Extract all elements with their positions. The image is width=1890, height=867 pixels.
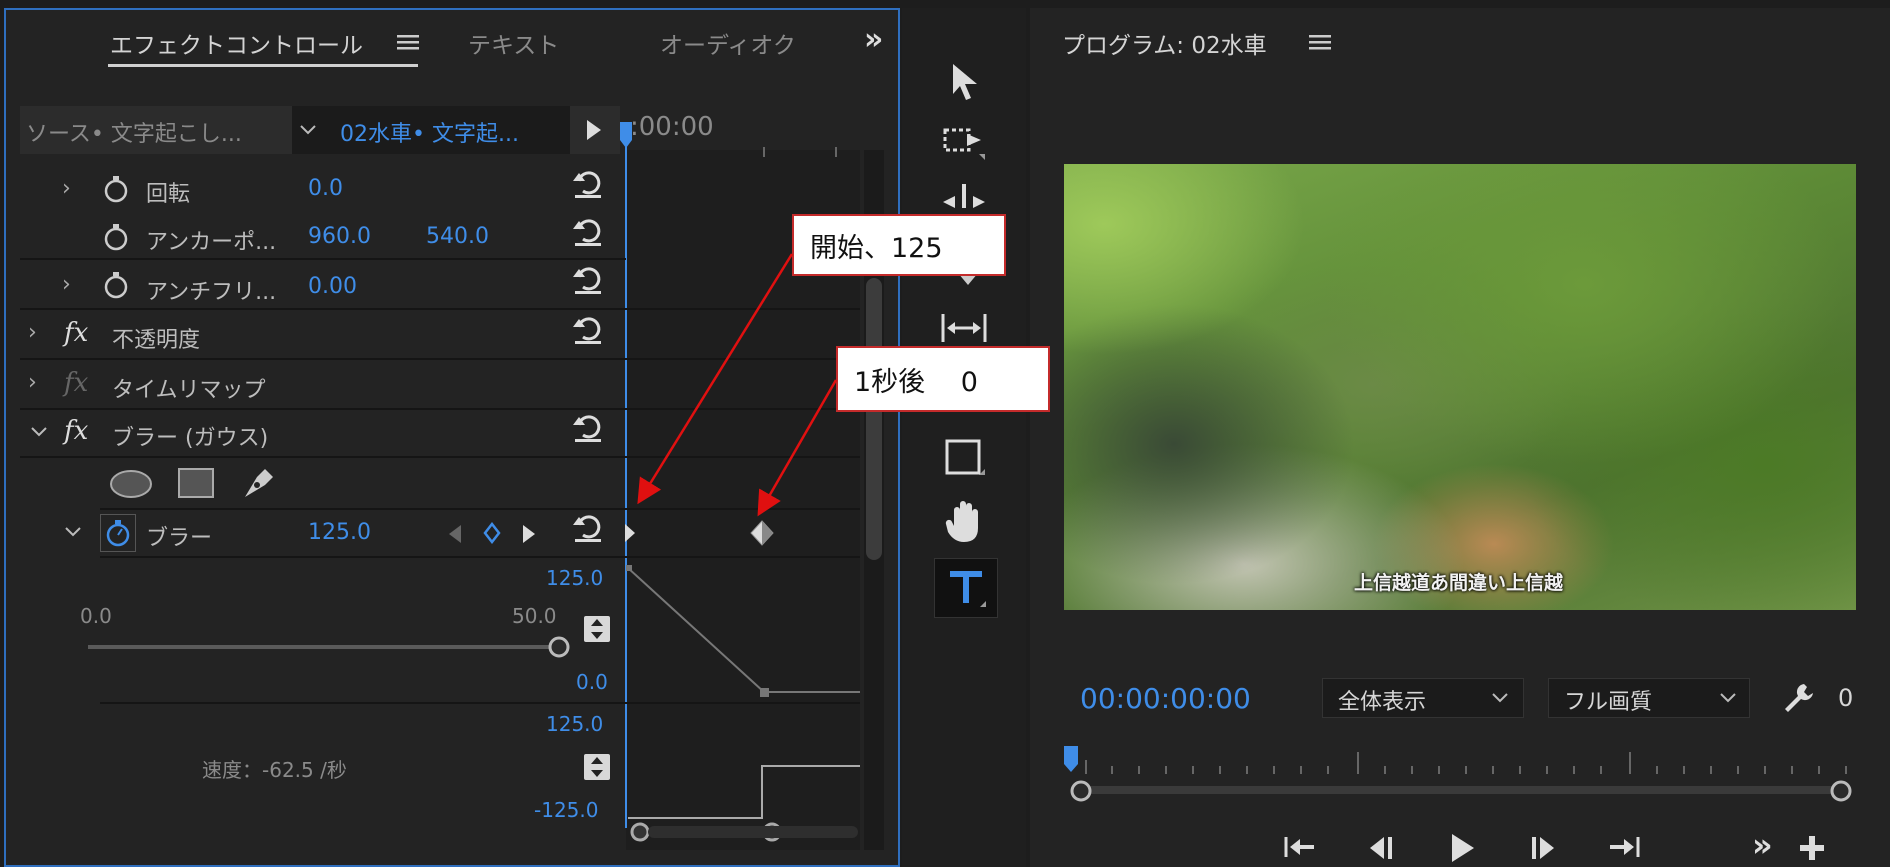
overflow-tabs-icon[interactable]: » — [864, 22, 883, 57]
slider-max-label: 50.0 — [512, 604, 557, 628]
video-subtitle: 上信越道あ間違い上信越 — [1354, 572, 1564, 594]
collapse-blur-effect-icon[interactable] — [28, 424, 50, 440]
add-button-icon[interactable] — [1794, 830, 1830, 866]
anchor-y-value[interactable]: 540.0 — [426, 224, 489, 249]
rectangle-tool-icon[interactable] — [942, 436, 986, 480]
blur-value[interactable]: 125.0 — [308, 520, 371, 545]
tab-text[interactable]: テキスト — [468, 26, 559, 60]
graph-scroll-track[interactable] — [648, 826, 858, 838]
play-triangle-icon[interactable] — [584, 118, 604, 142]
anchor-label: アンカーポ... — [146, 230, 277, 255]
program-menu-icon[interactable] — [1308, 30, 1332, 54]
speed-graph-scale-icon[interactable] — [584, 754, 610, 780]
callout-arrows — [637, 253, 838, 517]
reset-icon[interactable] — [572, 168, 604, 200]
rectangle-mask-icon[interactable] — [176, 466, 216, 500]
speed-graph-min: -125.0 — [534, 798, 599, 822]
pen-mask-icon[interactable] — [238, 464, 278, 504]
zoom-handle-right[interactable] — [1828, 778, 1854, 804]
slider-min-label: 0.0 — [80, 604, 112, 628]
timeremap-label: タイムリマップ — [112, 378, 266, 403]
prev-keyframe-icon[interactable] — [446, 522, 464, 546]
stopwatch-icon[interactable] — [102, 174, 130, 204]
chevron-down-icon — [296, 120, 320, 140]
ripple-edit-tool-icon[interactable] — [940, 184, 988, 208]
expand-antiflicker-icon[interactable]: › — [62, 272, 71, 297]
collapse-blur-icon[interactable] — [62, 524, 84, 540]
blur-slider-track[interactable] — [88, 645, 560, 649]
slip-tool-icon[interactable] — [938, 308, 990, 348]
separator — [100, 556, 860, 558]
rotation-value[interactable]: 0.0 — [308, 176, 343, 201]
opacity-label: 不透明度 — [112, 328, 201, 353]
stopwatch-icon[interactable] — [102, 222, 130, 252]
step-forward-icon[interactable] — [1526, 832, 1562, 864]
fx-icon[interactable]: fx — [64, 318, 88, 348]
more-controls-icon[interactable]: » — [1752, 826, 1773, 864]
value-graph-max: 125.0 — [546, 566, 604, 590]
separator — [100, 702, 860, 704]
go-to-out-icon[interactable] — [1604, 830, 1644, 864]
program-timecode[interactable]: 00:00:00:00 — [1080, 682, 1251, 715]
separator — [20, 258, 626, 260]
source-label[interactable]: ソース• 文字起こし... — [26, 116, 242, 148]
blur-label: ブラー — [146, 526, 213, 551]
tab-audio[interactable]: オーディオク — [660, 26, 804, 60]
speed-text: 速度：-62.5 /秒 — [202, 758, 347, 782]
tab-effect-controls[interactable]: エフェクトコントロール — [110, 26, 363, 60]
speed-graph-curve — [626, 756, 860, 820]
expand-timeremap-icon[interactable]: › — [28, 370, 37, 395]
fx-icon[interactable]: fx — [64, 416, 88, 446]
panel-menu-icon[interactable] — [396, 30, 420, 54]
playhead-marker[interactable] — [620, 122, 632, 148]
antiflicker-value[interactable]: 0.00 — [308, 274, 357, 299]
anchor-x-value[interactable]: 960.0 — [308, 224, 371, 249]
play-icon[interactable] — [1444, 830, 1480, 866]
blur-effect-label: ブラー (ガウス) — [112, 426, 269, 451]
rotation-label: 回転 — [146, 182, 191, 207]
wrench-icon[interactable] — [1780, 680, 1816, 716]
selection-tool-icon[interactable] — [944, 60, 984, 104]
program-title: プログラム: 02水車 — [1062, 33, 1267, 59]
value-graph-min: 0.0 — [576, 670, 608, 694]
speed-graph-max: 125.0 — [546, 712, 604, 736]
go-to-in-icon[interactable] — [1280, 830, 1320, 864]
clip-label[interactable]: 02水車• 文字起... — [340, 116, 519, 148]
add-keyframe-icon[interactable] — [480, 520, 504, 546]
program-ruler[interactable] — [1072, 744, 1852, 778]
ellipse-mask-icon[interactable] — [108, 468, 154, 500]
expand-opacity-icon[interactable]: › — [28, 320, 37, 345]
type-tool-icon[interactable] — [934, 558, 998, 618]
stopwatch-active-icon[interactable] — [100, 514, 136, 552]
stopwatch-icon[interactable] — [102, 270, 130, 300]
antiflicker-label: アンチフリ... — [146, 280, 277, 305]
chevron-down-icon — [1490, 690, 1510, 706]
tab-underline — [108, 64, 418, 67]
expand-rotation-icon[interactable]: › — [62, 176, 71, 201]
quality-select-value: フル画質 — [1564, 690, 1653, 715]
track-select-tool-icon[interactable] — [940, 122, 988, 162]
ruler-ticks — [626, 142, 860, 157]
blur-slider-handle[interactable] — [546, 634, 572, 660]
fit-select-value: 全体表示 — [1338, 690, 1427, 715]
fx-icon: fx — [64, 368, 89, 398]
ruler-timecode: :00:00 — [630, 112, 714, 142]
step-back-icon[interactable] — [1362, 832, 1398, 864]
zoom-handle-left[interactable] — [1068, 778, 1094, 804]
value-graph-curve — [626, 560, 860, 700]
program-zoom-bar[interactable] — [1080, 786, 1840, 794]
video-frame[interactable]: 上信越道あ間違い上信越 — [1064, 164, 1856, 610]
value-graph-scale-icon[interactable] — [584, 616, 610, 642]
hand-tool-icon[interactable] — [942, 496, 986, 546]
trailing-value: 0 — [1838, 684, 1854, 712]
program-playhead[interactable] — [1064, 746, 1078, 772]
chevron-down-icon — [1718, 690, 1738, 706]
next-keyframe-icon[interactable] — [520, 522, 538, 546]
